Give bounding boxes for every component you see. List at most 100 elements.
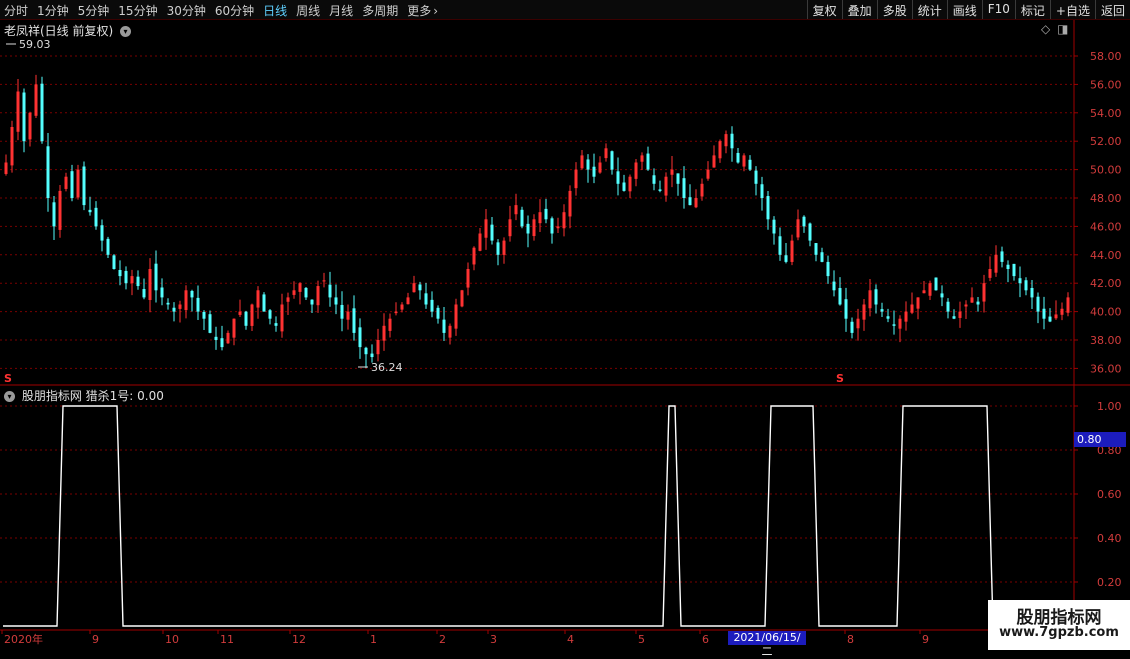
candle-body <box>496 242 500 255</box>
candle-body <box>322 280 326 282</box>
candle-body <box>562 212 566 229</box>
candle-body <box>856 318 860 329</box>
candle-body <box>64 176 68 189</box>
candle-body <box>616 171 620 184</box>
candle-body <box>766 196 770 220</box>
watermark: 股朋指标网 www.7gpzb.com <box>988 600 1130 650</box>
candle-body <box>400 304 404 310</box>
candle-body <box>346 311 350 320</box>
indicator-title: 股朋指标网 猎杀1号: 0.00 <box>21 389 164 403</box>
indicator-y-axis: 1.000.800.600.400.20 <box>1074 400 1122 589</box>
candle-body <box>424 293 428 305</box>
candle-body <box>472 247 476 265</box>
chevron-down-icon[interactable]: ▾ <box>120 26 132 37</box>
candle-body <box>310 299 314 305</box>
window-toggle-icon[interactable]: ◨ <box>1057 22 1068 36</box>
candle-body <box>370 353 374 358</box>
candle-body <box>1060 308 1064 315</box>
candle-body <box>250 304 254 326</box>
candle-body <box>130 276 134 284</box>
indicator-line <box>3 405 1119 627</box>
price-annotations: 59.03 36.24 S S <box>4 38 844 385</box>
chart-canvas: 58.00 56.00 54.00 52.00 50.00 48.00 46.00 44.00… <box>0 20 1130 646</box>
watermark-url: www.7gpzb.com <box>999 625 1119 640</box>
candle-body <box>238 311 242 315</box>
candle-body <box>778 236 782 255</box>
y-tick-label: 1.00 <box>1097 400 1122 413</box>
candle-body <box>958 311 962 318</box>
candle-body <box>550 218 554 234</box>
candle-body <box>34 84 38 116</box>
indicator-current-value: 0.80 <box>1074 432 1126 447</box>
candle-body <box>910 304 914 313</box>
candle-body <box>808 223 812 241</box>
candle-body <box>274 323 278 326</box>
candle-body <box>292 290 296 295</box>
y-tick-label: 36.00 <box>1090 362 1122 375</box>
y-tick-label: 40.00 <box>1090 306 1122 319</box>
candle-body <box>796 219 800 238</box>
candle-body <box>556 226 560 229</box>
candle-body <box>526 223 530 234</box>
candle-body <box>202 311 206 319</box>
candle-body <box>46 146 50 198</box>
candle-body <box>592 166 596 177</box>
main-pane-title-row: 老凤祥(日线 前复权) ▾ <box>4 22 132 39</box>
candle-body <box>1018 278 1022 284</box>
y-tick-label: 42.00 <box>1090 277 1122 290</box>
signal-marker: S <box>4 372 12 385</box>
candle-body <box>196 297 200 312</box>
candle-body <box>190 290 194 298</box>
candle-body <box>256 290 260 308</box>
candle-body <box>760 184 764 198</box>
candle-body <box>412 283 416 293</box>
candle-body <box>226 332 230 344</box>
candle-body <box>394 311 398 314</box>
candle-body <box>376 340 380 355</box>
candle-body <box>466 269 470 288</box>
candle-body <box>454 304 458 329</box>
candle-body <box>862 304 866 320</box>
candle-body <box>1012 263 1016 277</box>
high-price-label: 59.03 <box>19 38 51 51</box>
candle-body <box>628 176 632 192</box>
candle-body <box>82 166 86 206</box>
candle-body <box>1000 251 1004 262</box>
candle-body <box>430 299 434 312</box>
y-tick-label: 0.20 <box>1097 576 1122 589</box>
candle-body <box>646 153 650 170</box>
candle-body <box>532 219 536 237</box>
candle-body <box>154 263 158 291</box>
candle-body <box>946 301 950 312</box>
diamond-icon[interactable]: ◇ <box>1041 22 1050 36</box>
candle-body <box>802 216 806 227</box>
candle-body <box>328 284 332 298</box>
x-tick-label: 2020年 <box>4 632 43 646</box>
candle-body <box>478 233 482 251</box>
candle-body <box>676 173 680 184</box>
candle-body <box>364 347 368 355</box>
candle-body <box>964 304 968 307</box>
candle-body <box>574 169 578 189</box>
candle-body <box>304 287 308 298</box>
candle-body <box>442 319 446 333</box>
x-tick-label: 2 <box>439 633 446 646</box>
chevron-down-icon[interactable]: ▾ <box>4 391 15 402</box>
candle-body <box>868 290 872 309</box>
indicator-pane-title-row: ▾ 股朋指标网 猎杀1号: 0.00 <box>4 387 164 404</box>
candle-body <box>124 270 128 284</box>
candle-body <box>28 112 32 140</box>
candle-body <box>664 176 668 196</box>
pane-controls: ◇ ◨ <box>1041 22 1068 36</box>
candle-body <box>928 283 932 296</box>
candle-body <box>658 189 662 191</box>
candle-body <box>682 178 686 198</box>
candle-body <box>382 325 386 341</box>
y-tick-label: 56.00 <box>1090 78 1122 91</box>
candle-body <box>772 219 776 234</box>
indicator-grid <box>0 405 1074 583</box>
candle-body <box>76 169 80 198</box>
candle-body <box>316 286 320 306</box>
candle-body <box>1024 280 1028 291</box>
candle-body <box>358 327 362 348</box>
